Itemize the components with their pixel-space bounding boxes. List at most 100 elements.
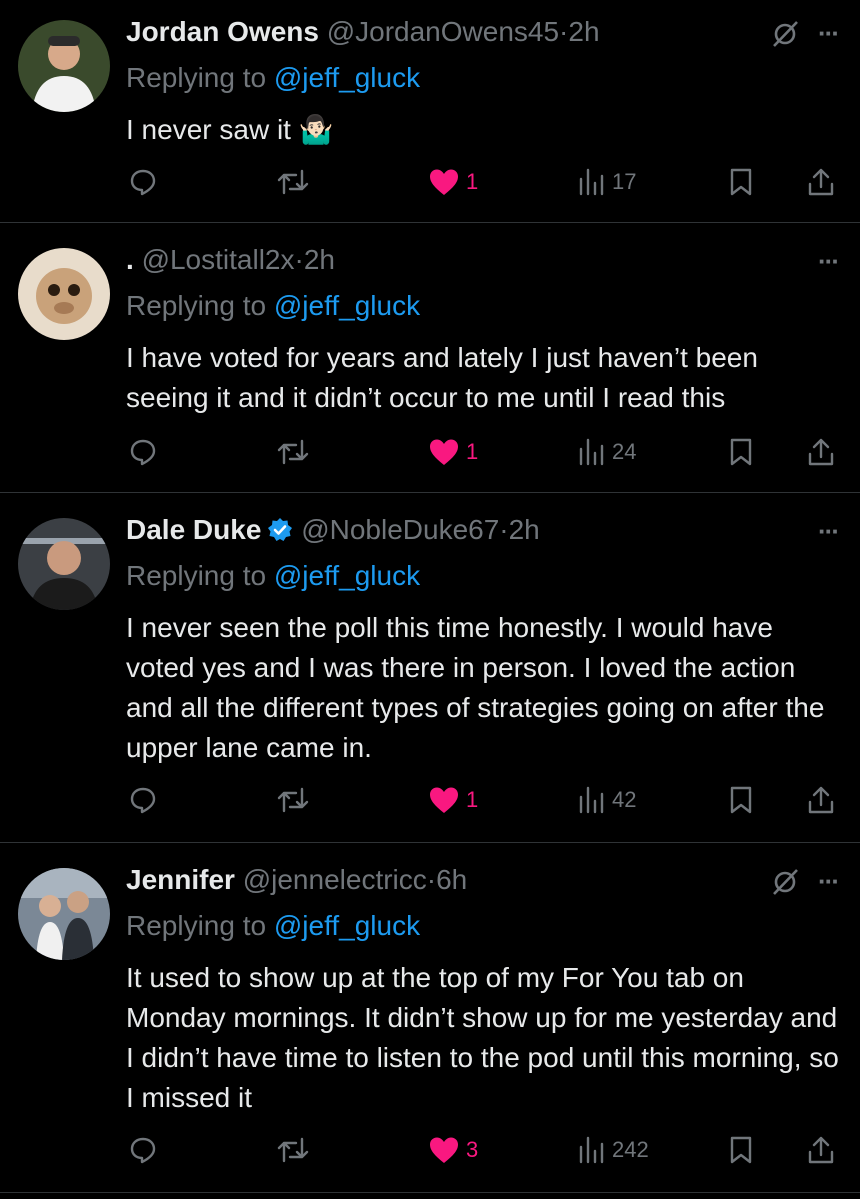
bookmark-button[interactable] bbox=[728, 162, 754, 202]
repost-icon bbox=[277, 787, 309, 813]
heart-filled-icon bbox=[430, 787, 458, 813]
like-button[interactable]: 3 bbox=[428, 1130, 478, 1170]
divider bbox=[0, 492, 860, 493]
author-name[interactable]: Dale Duke bbox=[126, 514, 261, 545]
views-icon bbox=[579, 168, 604, 196]
author-name[interactable]: Jordan Owens bbox=[126, 16, 319, 47]
replying-to-mention[interactable]: @jeff_gluck bbox=[274, 910, 420, 941]
more-icon[interactable]: ··· bbox=[818, 18, 840, 49]
share-button[interactable] bbox=[806, 162, 836, 202]
bookmark-button[interactable] bbox=[728, 1130, 754, 1170]
like-count: 1 bbox=[466, 439, 479, 464]
action-bar: 1 24 bbox=[0, 432, 860, 472]
reply-button[interactable] bbox=[128, 780, 158, 820]
reply-button[interactable] bbox=[128, 162, 158, 202]
replying-to-label: Replying to bbox=[126, 290, 267, 321]
tweet-text: It used to show up at the top of my For … bbox=[126, 962, 839, 1113]
repost-button[interactable] bbox=[276, 432, 310, 472]
replying-to: Replying to @jeff_gluck bbox=[126, 288, 420, 324]
share-icon bbox=[808, 438, 834, 466]
separator-dot: · bbox=[294, 244, 304, 275]
view-count: 17 bbox=[612, 169, 637, 194]
divider bbox=[0, 1192, 860, 1193]
author-handle[interactable]: @jennelectricc bbox=[243, 864, 427, 895]
timestamp[interactable]: 2h bbox=[509, 514, 540, 545]
tweet-header: Dale Duke @NobleDuke67·2h bbox=[126, 512, 540, 548]
tweet-header: Jordan Owens @JordanOwens45·2h bbox=[126, 14, 600, 50]
tweet-header: . @Lostitall2x·2h bbox=[126, 242, 335, 278]
replying-to: Replying to @jeff_gluck bbox=[126, 60, 420, 96]
action-bar: 1 42 bbox=[0, 780, 860, 820]
more-icon[interactable]: ··· bbox=[818, 516, 840, 547]
avatar[interactable] bbox=[18, 248, 110, 340]
repost-icon bbox=[277, 1137, 309, 1163]
views-icon bbox=[579, 1136, 604, 1164]
replying-to: Replying to @jeff_gluck bbox=[126, 908, 420, 944]
grok-icon[interactable] bbox=[770, 19, 800, 49]
grok-icon[interactable] bbox=[770, 867, 800, 897]
view-count: 24 bbox=[612, 439, 637, 464]
divider bbox=[0, 222, 860, 223]
views-button[interactable]: 24 bbox=[578, 432, 636, 472]
repost-button[interactable] bbox=[276, 1130, 310, 1170]
replying-to-mention[interactable]: @jeff_gluck bbox=[274, 290, 420, 321]
avatar[interactable] bbox=[18, 20, 110, 112]
replying-to: Replying to @jeff_gluck bbox=[126, 558, 420, 594]
views-button[interactable]: 17 bbox=[578, 162, 636, 202]
tweet-text: I never saw it 🤷🏻‍♂️ bbox=[126, 114, 334, 145]
tweet-header: Jennifer @jennelectricc·6h bbox=[126, 862, 467, 898]
views-button[interactable]: 242 bbox=[578, 1130, 649, 1170]
reply-button[interactable] bbox=[128, 1130, 158, 1170]
author-handle[interactable]: @NobleDuke67 bbox=[301, 514, 499, 545]
tweet-text: I have voted for years and lately I just… bbox=[126, 342, 758, 413]
replying-to-label: Replying to bbox=[126, 62, 267, 93]
share-button[interactable] bbox=[806, 432, 836, 472]
more-icon[interactable]: ··· bbox=[818, 246, 840, 277]
timestamp[interactable]: 2h bbox=[568, 16, 599, 47]
views-button[interactable]: 42 bbox=[578, 780, 636, 820]
avatar[interactable] bbox=[18, 518, 110, 610]
author-name[interactable]: . bbox=[126, 244, 134, 275]
reply-icon bbox=[130, 787, 156, 814]
reply-button[interactable] bbox=[128, 432, 158, 472]
divider bbox=[0, 842, 860, 843]
replying-to-label: Replying to bbox=[126, 560, 267, 591]
like-count: 1 bbox=[466, 169, 479, 194]
views-icon bbox=[579, 786, 604, 814]
view-count: 242 bbox=[612, 1137, 649, 1162]
replying-to-mention[interactable]: @jeff_gluck bbox=[274, 560, 420, 591]
replying-to-mention[interactable]: @jeff_gluck bbox=[274, 62, 420, 93]
like-count: 1 bbox=[466, 787, 479, 812]
replying-to-label: Replying to bbox=[126, 910, 267, 941]
heart-filled-icon bbox=[430, 1137, 458, 1163]
repost-button[interactable] bbox=[276, 162, 310, 202]
share-icon bbox=[808, 786, 834, 814]
heart-filled-icon bbox=[430, 169, 458, 195]
like-button[interactable]: 1 bbox=[428, 432, 478, 472]
verified-badge-icon bbox=[268, 518, 293, 541]
separator-dot: · bbox=[426, 864, 437, 895]
bookmark-button[interactable] bbox=[728, 780, 754, 820]
view-count: 42 bbox=[612, 787, 637, 812]
repost-icon bbox=[277, 169, 309, 195]
share-button[interactable] bbox=[806, 780, 836, 820]
reply-icon bbox=[130, 1137, 156, 1164]
share-icon bbox=[808, 168, 834, 196]
bookmark-button[interactable] bbox=[728, 432, 754, 472]
share-icon bbox=[808, 1136, 834, 1164]
more-icon[interactable]: ··· bbox=[818, 866, 840, 897]
reply-icon bbox=[130, 169, 156, 196]
like-button[interactable]: 1 bbox=[428, 162, 478, 202]
repost-button[interactable] bbox=[276, 780, 310, 820]
heart-filled-icon bbox=[430, 439, 458, 465]
timestamp[interactable]: 6h bbox=[436, 864, 467, 895]
author-name[interactable]: Jennifer bbox=[126, 864, 235, 895]
author-handle[interactable]: @JordanOwens45 bbox=[327, 16, 559, 47]
like-button[interactable]: 1 bbox=[428, 780, 478, 820]
share-button[interactable] bbox=[806, 1130, 836, 1170]
timestamp[interactable]: 2h bbox=[304, 244, 335, 275]
author-handle[interactable]: @Lostitall2x bbox=[142, 244, 295, 275]
like-count: 3 bbox=[466, 1137, 479, 1162]
separator-dot: · bbox=[559, 16, 569, 47]
avatar[interactable] bbox=[18, 868, 110, 960]
